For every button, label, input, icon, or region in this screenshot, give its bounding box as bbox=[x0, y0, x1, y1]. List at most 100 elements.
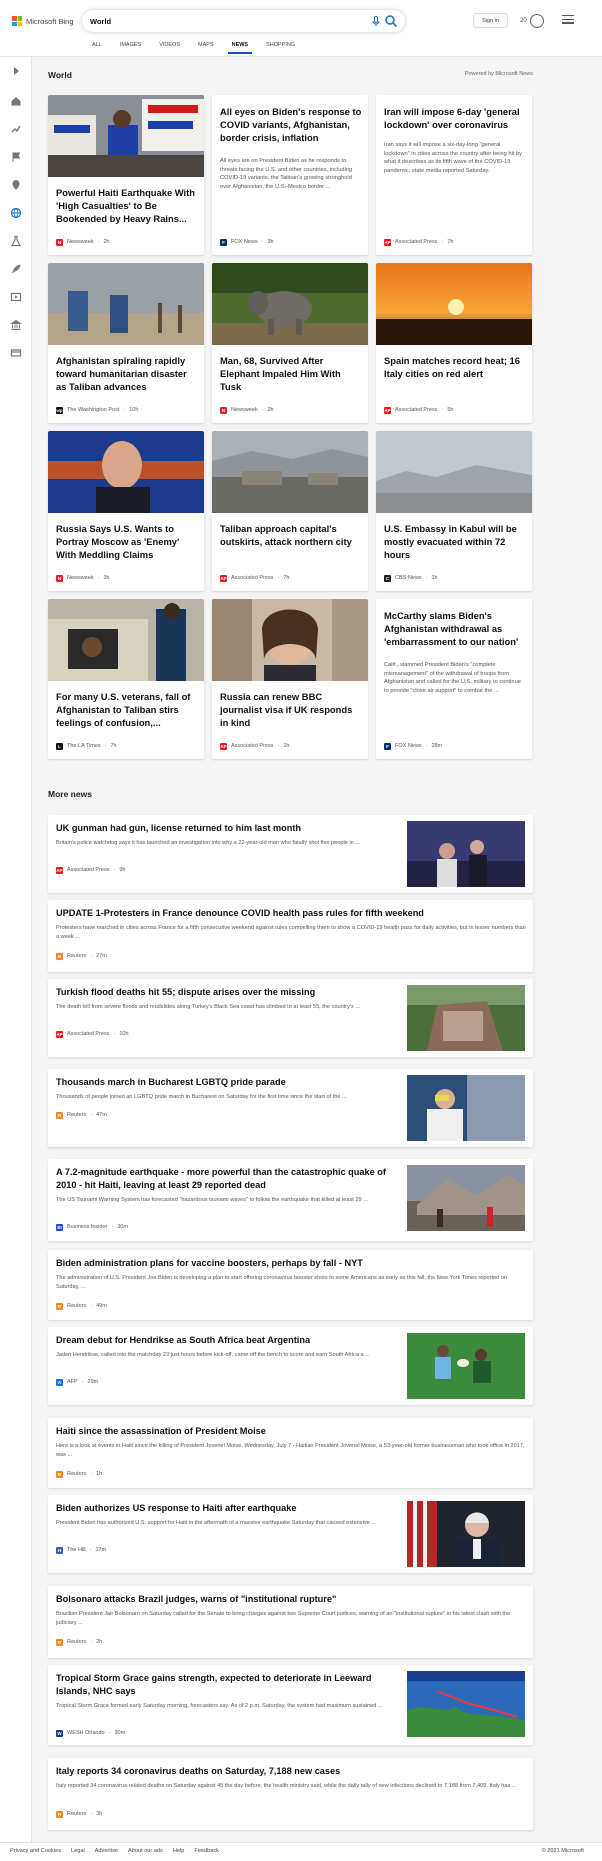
tab-shopping[interactable]: SHOPPING bbox=[257, 40, 304, 56]
news-title[interactable]: Biden administration plans for vaccine b… bbox=[56, 1257, 363, 1270]
news-title[interactable]: Haiti since the assassination of Preside… bbox=[56, 1425, 266, 1438]
science-icon[interactable] bbox=[10, 235, 22, 247]
news-title[interactable]: Thousands march in Bucharest LGBTQ pride… bbox=[56, 1076, 286, 1089]
card-title[interactable]: Russia Says U.S. Wants to Portray Moscow… bbox=[56, 522, 198, 561]
news-list-item[interactable]: UK gunman had gun, license returned to h… bbox=[48, 815, 533, 893]
news-list-item[interactable]: Italy reports 34 coronavirus deaths on S… bbox=[48, 1758, 533, 1830]
news-snippet: Thousands of people joined an LGBTQ prid… bbox=[56, 1094, 347, 1100]
search-box[interactable] bbox=[82, 10, 405, 32]
news-title[interactable]: Dream debut for Hendrikse as South Afric… bbox=[56, 1334, 310, 1347]
news-card[interactable]: Afghanistan spiraling rapidly toward hum… bbox=[48, 263, 204, 423]
news-snippet: Jaden Hendrikse, called into the matchda… bbox=[56, 1352, 370, 1358]
news-card[interactable]: Powerful Haiti Earthquake With 'High Cas… bbox=[48, 95, 204, 255]
flag-icon[interactable] bbox=[10, 151, 22, 163]
card-title[interactable]: Taliban approach capital's outskirts, at… bbox=[220, 522, 362, 548]
news-card[interactable]: All eyes on Biden's response to COVID va… bbox=[212, 95, 368, 255]
news-list-item[interactable]: Biden administration plans for vaccine b… bbox=[48, 1250, 533, 1320]
news-card[interactable]: Taliban approach capital's outskirts, at… bbox=[212, 431, 368, 591]
news-card[interactable]: Iran will impose 6-day 'general lockdown… bbox=[376, 95, 532, 255]
card-title[interactable]: Man, 68, Survived After Elephant Impaled… bbox=[220, 354, 362, 393]
tab-images[interactable]: IMAGES bbox=[111, 40, 150, 56]
card-source: AP Associated Press · 5h bbox=[384, 406, 454, 414]
search-icon[interactable] bbox=[384, 14, 398, 28]
news-list-item[interactable]: Dream debut for Hendrikse as South Afric… bbox=[48, 1327, 533, 1405]
footer-link-feedback[interactable]: Feedback bbox=[194, 1848, 219, 1854]
news-title[interactable]: Biden authorizes US response to Haiti af… bbox=[56, 1502, 296, 1515]
card-title[interactable]: Iran will impose 6-day 'general lockdown… bbox=[384, 105, 526, 131]
card-title[interactable]: Spain matches record heat; 16 Italy citi… bbox=[384, 354, 526, 380]
card-snippet: All eyes are on President Biden as he re… bbox=[220, 158, 353, 190]
news-card[interactable]: Russia Says U.S. Wants to Portray Moscow… bbox=[48, 431, 204, 591]
source-time: 7h bbox=[283, 575, 290, 581]
politics-icon[interactable] bbox=[10, 319, 22, 331]
news-card[interactable]: Man, 68, Survived After Elephant Impaled… bbox=[212, 263, 368, 423]
location-icon[interactable] bbox=[10, 179, 22, 191]
news-list-item[interactable]: Biden authorizes US response to Haiti af… bbox=[48, 1495, 533, 1573]
home-icon[interactable] bbox=[10, 95, 22, 107]
source-time: 7h bbox=[447, 239, 454, 245]
footer-link-advertise[interactable]: Advertise bbox=[95, 1848, 118, 1854]
source-name: FOX News bbox=[231, 239, 258, 245]
trending-icon[interactable] bbox=[10, 123, 22, 135]
card-title[interactable]: McCarthy slams Biden's Afghanistan withd… bbox=[384, 609, 526, 648]
card-title[interactable]: For many U.S. veterans, fall of Afghanis… bbox=[56, 690, 198, 729]
news-title[interactable]: Tropical Storm Grace gains strength, exp… bbox=[56, 1672, 401, 1698]
news-source: R Reuters · 49m bbox=[56, 1302, 107, 1310]
source-time: 2h bbox=[96, 1639, 103, 1645]
card-title[interactable]: Afghanistan spiraling rapidly toward hum… bbox=[56, 354, 198, 393]
source-name: Associated Press bbox=[395, 407, 438, 413]
news-title[interactable]: Italy reports 34 coronavirus deaths on S… bbox=[56, 1765, 340, 1778]
rewards-count: 20 bbox=[520, 17, 527, 24]
news-list-item[interactable]: Turkish flood deaths hit 55; dispute ari… bbox=[48, 979, 533, 1057]
entertainment-icon[interactable] bbox=[10, 291, 22, 303]
search-input[interactable] bbox=[90, 14, 350, 28]
news-title[interactable]: Turkish flood deaths hit 55; dispute ari… bbox=[56, 986, 315, 999]
source-time: 30m bbox=[114, 1730, 126, 1736]
hamburger-menu-icon[interactable] bbox=[562, 15, 574, 25]
source-name: Reuters bbox=[67, 953, 87, 959]
sign-in-button[interactable]: Sign in bbox=[473, 13, 508, 28]
money-icon[interactable] bbox=[10, 347, 22, 359]
source-name: FOX News bbox=[395, 743, 422, 749]
footer-link-legal[interactable]: Legal bbox=[71, 1848, 85, 1854]
tab-maps[interactable]: MAPS bbox=[189, 40, 223, 56]
news-title[interactable]: Bolsonaro attacks Brazil judges, warns o… bbox=[56, 1593, 336, 1606]
source-time: 17m bbox=[95, 1547, 107, 1553]
globe-icon[interactable] bbox=[10, 207, 22, 219]
card-image bbox=[376, 431, 532, 513]
tab-videos[interactable]: VIDEOS bbox=[150, 40, 189, 56]
card-title[interactable]: U.S. Embassy in Kabul will be mostly eva… bbox=[384, 522, 526, 561]
news-list-item[interactable]: Haiti since the assassination of Preside… bbox=[48, 1418, 533, 1488]
news-card[interactable]: Spain matches record heat; 16 Italy citi… bbox=[376, 263, 532, 423]
footer-link-help[interactable]: Help bbox=[173, 1848, 185, 1854]
news-list-item[interactable]: Tropical Storm Grace gains strength, exp… bbox=[48, 1665, 533, 1745]
ap-logo-icon: AP bbox=[384, 238, 391, 246]
news-card[interactable]: U.S. Embassy in Kabul will be mostly eva… bbox=[376, 431, 532, 591]
rocket-icon[interactable] bbox=[10, 263, 22, 275]
card-title[interactable]: All eyes on Biden's response to COVID va… bbox=[220, 105, 362, 144]
reuters-logo-icon: R bbox=[56, 1111, 63, 1119]
card-title[interactable]: Powerful Haiti Earthquake With 'High Cas… bbox=[56, 186, 198, 225]
tab-all[interactable]: ALL bbox=[83, 40, 111, 56]
news-title[interactable]: A 7.2-magnitude earthquake - more powerf… bbox=[56, 1166, 401, 1192]
news-card[interactable]: McCarthy slams Biden's Afghanistan withd… bbox=[376, 599, 532, 759]
powered-by[interactable]: Powered by Microsoft News bbox=[465, 71, 533, 77]
microphone-icon[interactable] bbox=[370, 15, 382, 27]
news-list-item[interactable]: UPDATE 1-Protesters in France denounce C… bbox=[48, 900, 533, 972]
news-title[interactable]: UK gunman had gun, license returned to h… bbox=[56, 822, 301, 835]
rewards-button[interactable]: 20 bbox=[520, 13, 544, 28]
news-title[interactable]: UPDATE 1-Protesters in France denounce C… bbox=[56, 907, 424, 920]
tab-news[interactable]: NEWS bbox=[223, 40, 258, 56]
news-list-item[interactable]: Thousands march in Bucharest LGBTQ pride… bbox=[48, 1069, 533, 1147]
news-list-item[interactable]: A 7.2-magnitude earthquake - more powerf… bbox=[48, 1159, 533, 1241]
card-title[interactable]: Russia can renew BBC journalist visa if … bbox=[220, 690, 362, 729]
news-list-item[interactable]: Bolsonaro attacks Brazil judges, warns o… bbox=[48, 1586, 533, 1658]
bing-logo[interactable]: Microsoft Bing bbox=[12, 15, 74, 27]
news-card[interactable]: Russia can renew BBC journalist visa if … bbox=[212, 599, 368, 759]
more-news-title: More news bbox=[48, 789, 92, 799]
card-source: AP Associated Press · 1h bbox=[220, 742, 290, 750]
expand-arrow-icon[interactable] bbox=[10, 65, 22, 77]
news-card[interactable]: For many U.S. veterans, fall of Afghanis… bbox=[48, 599, 204, 759]
footer-link-about-ads[interactable]: About our ads bbox=[128, 1848, 163, 1854]
footer-link-privacy[interactable]: Privacy and Cookies bbox=[10, 1848, 61, 1854]
